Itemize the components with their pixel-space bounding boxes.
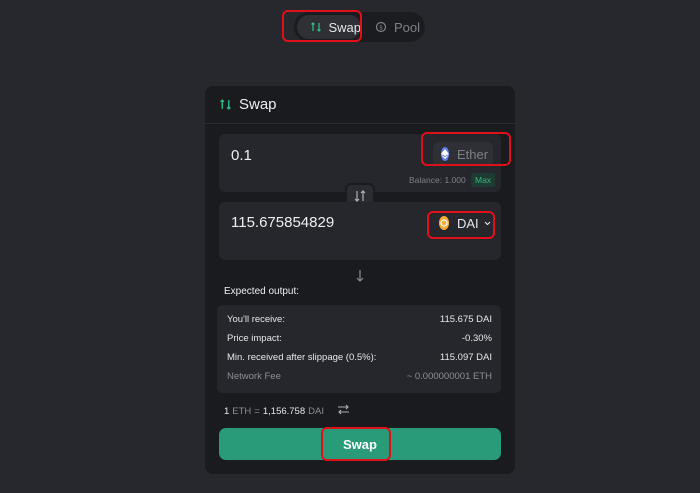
swap-arrows-icon [309, 20, 322, 34]
detail-value: 115.097 DAI [439, 352, 492, 363]
swap-horizontal-icon[interactable] [337, 404, 350, 418]
to-token-button[interactable]: DAI [431, 211, 493, 235]
mode-toggle: Swap $ Pool [294, 12, 425, 42]
chevron-down-icon [484, 221, 491, 226]
to-amount-input[interactable]: 115.675854829 [231, 214, 334, 231]
details-panel: You'll receive: 115.675 DAI Price impact… [217, 305, 501, 393]
arrow-down-icon [355, 269, 365, 287]
detail-value: -0.30% [461, 333, 492, 344]
nav-pool-label: Pool [394, 19, 421, 35]
from-balance: Balance: 1.000 [409, 175, 466, 185]
detail-label: Min. received after slippage (0.5%): [227, 352, 377, 363]
rate-base-amount: 1 [224, 405, 230, 417]
max-button[interactable]: Max [471, 173, 496, 187]
rate-quote-amount: 1,156.758 [262, 405, 306, 417]
detail-row: Min. received after slippage (0.5%): 115… [227, 352, 492, 363]
to-token-label: DAI [457, 215, 479, 231]
swap-card: Swap 0.1 Ether Balance: 1.000 Max 115.67… [205, 86, 515, 474]
rate-base-unit: ETH [232, 405, 252, 417]
detail-value: 115.675 DAI [439, 314, 492, 325]
swap-button[interactable]: Swap [219, 428, 501, 460]
detail-label: Network Fee [227, 371, 281, 382]
from-amount-input[interactable]: 0.1 [231, 147, 252, 164]
detail-label: Price impact: [227, 333, 282, 344]
svg-text:$: $ [379, 24, 383, 31]
nav-swap-label: Swap [328, 19, 361, 35]
to-panel: 115.675854829 DAI [219, 202, 501, 260]
dai-icon [439, 216, 449, 230]
pool-coin-icon: $ [374, 20, 388, 34]
swap-arrows-icon [219, 98, 233, 112]
detail-row: Price impact: -0.30% [227, 333, 492, 344]
detail-row: You'll receive: 115.675 DAI [227, 314, 492, 325]
ethereum-icon [441, 147, 449, 161]
from-token-label: Ether [457, 146, 489, 162]
card-title: Swap [239, 96, 277, 113]
from-token-button[interactable]: Ether [433, 142, 493, 166]
detail-row: Network Fee ~ 0.000000001 ETH [227, 371, 492, 382]
rate-quote-unit: DAI [308, 405, 324, 417]
exchange-rate: 1 ETH = 1,156.758 DAI [224, 404, 350, 418]
swap-button-label: Swap [343, 436, 377, 452]
detail-label: You'll receive: [227, 314, 285, 325]
expected-output-label: Expected output: [224, 286, 300, 297]
detail-value: ~ 0.000000001 ETH [406, 371, 492, 382]
nav-swap-tab[interactable]: Swap [297, 15, 361, 39]
rate-equals: = [254, 405, 260, 417]
card-header: Swap [205, 86, 515, 124]
nav-pool-tab[interactable]: $ Pool [366, 15, 422, 39]
